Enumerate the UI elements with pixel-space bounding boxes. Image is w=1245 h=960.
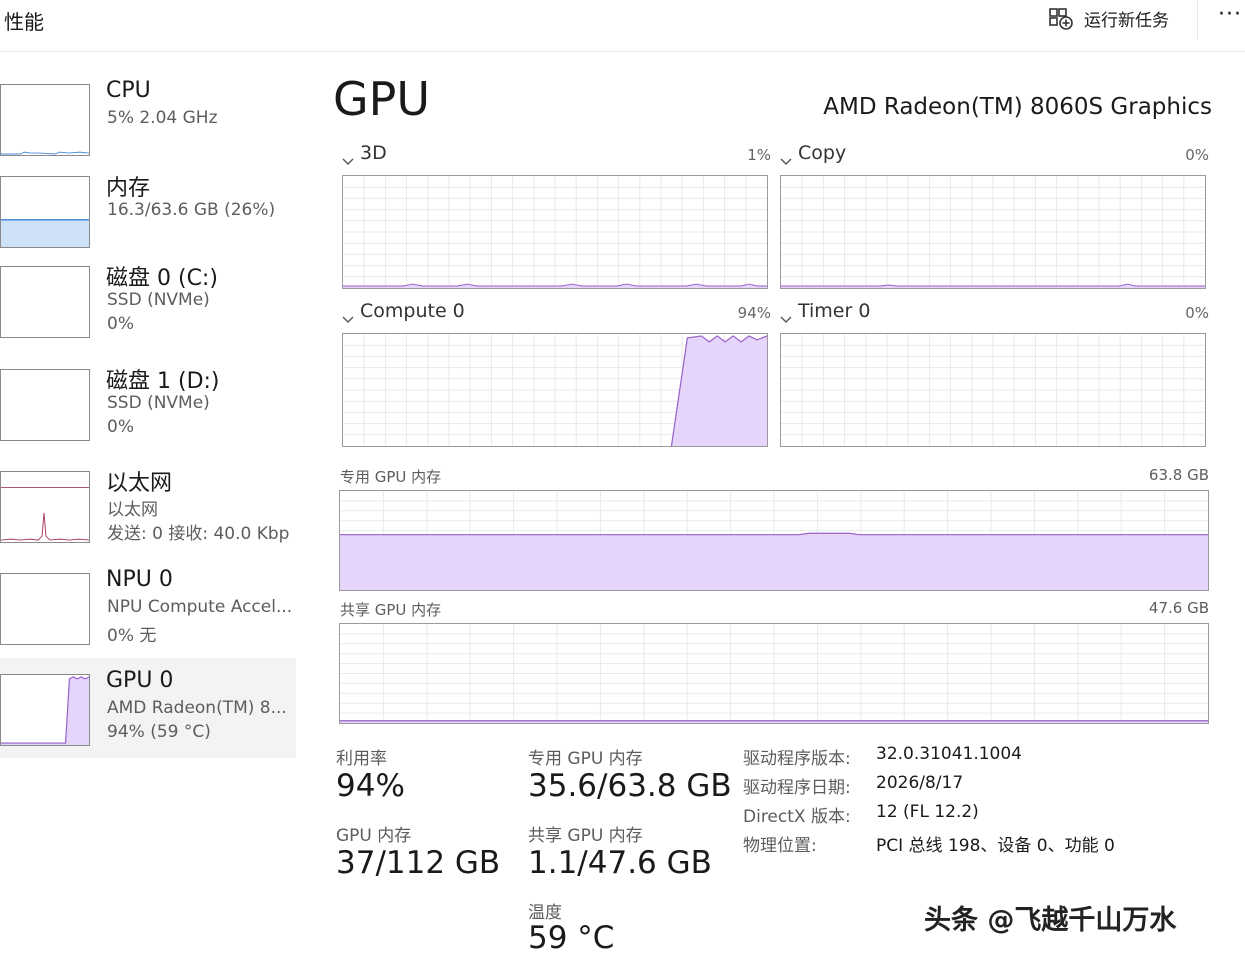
- sidebar-item-usage: 94% (59 °C): [107, 722, 211, 742]
- shared-memory-stat-label: 共享 GPU 内存: [528, 826, 643, 846]
- dedicated-memory-graph: [339, 490, 1209, 591]
- engine-compute-0-graph: [342, 333, 768, 447]
- sidebar-item-name: NPU 0: [106, 567, 173, 592]
- chevron-down-icon: [342, 149, 354, 165]
- engine-percent: 1%: [747, 146, 771, 164]
- engine-copy-graph: [780, 175, 1206, 289]
- sidebar-item-usage: 0% 无: [107, 626, 157, 646]
- sidebar-item-memory[interactable]: 内存 16.3/63.6 GB (26%): [0, 170, 296, 270]
- page-heading: GPU: [333, 72, 431, 126]
- toolbar-divider: [1197, 0, 1198, 40]
- run-task-icon: [1048, 6, 1074, 30]
- engine-label: Timer 0: [798, 300, 871, 322]
- engine-percent: 94%: [737, 304, 771, 322]
- sidebar-item-name: 内存: [106, 176, 151, 201]
- sidebar-item-disk-1[interactable]: 磁盘 1 (D:) SSD (NVMe) 0%: [0, 363, 296, 463]
- physical-location-label: 物理位置:: [743, 836, 817, 856]
- engine-label: Compute 0: [360, 300, 465, 322]
- engine-selector-copy[interactable]: Copy: [780, 142, 847, 165]
- dedicated-memory-stat-value: 35.6/63.8 GB: [528, 768, 732, 804]
- utilization-label: 利用率: [336, 749, 387, 769]
- sidebar-item-detail: AMD Radeon(TM) 8...: [107, 698, 287, 718]
- sidebar-item-disk-0[interactable]: 磁盘 0 (C:) SSD (NVMe) 0%: [0, 260, 296, 360]
- engine-3d-graph: [342, 175, 768, 289]
- run-new-task-label: 运行新任务: [1084, 10, 1169, 31]
- driver-date-value: 2026/8/17: [876, 773, 964, 793]
- engine-selector-3d[interactable]: 3D: [342, 142, 387, 165]
- engine-label: Copy: [798, 142, 847, 164]
- page-title: 性能: [4, 10, 44, 34]
- sidebar-item-ethernet[interactable]: 以太网 以太网 发送: 0 接收: 40.0 Kbp: [0, 465, 296, 565]
- directx-version-label: DirectX 版本:: [743, 807, 851, 827]
- sidebar-item-usage: 发送: 0 接收: 40.0 Kbp: [107, 524, 290, 544]
- sidebar-item-detail: NPU Compute Accel...: [107, 597, 293, 617]
- driver-date-label: 驱动程序日期:: [743, 778, 851, 798]
- utilization-value: 94%: [336, 768, 405, 804]
- sidebar-item-npu[interactable]: NPU 0 NPU Compute Accel... 0% 无: [0, 567, 296, 667]
- sidebar-item-name: 磁盘 1 (D:): [106, 369, 220, 394]
- disk-0-thumbnail: [0, 266, 90, 338]
- sidebar-item-detail: 以太网: [107, 500, 158, 520]
- memory-thumbnail: [0, 176, 90, 248]
- dedicated-memory-label: 专用 GPU 内存: [340, 468, 442, 486]
- sidebar-item-usage: 0%: [107, 314, 134, 334]
- sidebar-item-detail: 16.3/63.6 GB (26%): [107, 200, 276, 220]
- sidebar-item-name: 以太网: [106, 471, 173, 496]
- engine-selector-compute-0[interactable]: Compute 0: [342, 300, 465, 323]
- engine-label: 3D: [360, 142, 387, 164]
- engine-percent: 0%: [1185, 146, 1209, 164]
- engine-selector-timer-0[interactable]: Timer 0: [780, 300, 871, 323]
- driver-version-label: 驱动程序版本:: [743, 749, 851, 769]
- sidebar-item-gpu-0[interactable]: GPU 0 AMD Radeon(TM) 8... 94% (59 °C): [0, 658, 296, 758]
- directx-version-value: 12 (FL 12.2): [876, 802, 979, 822]
- gpu-model-name: AMD Radeon(TM) 8060S Graphics: [823, 94, 1212, 120]
- gpu-memory-value: 37/112 GB: [336, 845, 501, 881]
- disk-1-thumbnail: [0, 369, 90, 441]
- sidebar-item-name: 磁盘 0 (C:): [106, 266, 218, 291]
- gpu-memory-label: GPU 内存: [336, 826, 412, 846]
- sidebar-item-name: CPU: [106, 78, 151, 103]
- gpu-0-thumbnail: [0, 674, 90, 746]
- shared-memory-stat-value: 1.1/47.6 GB: [528, 845, 712, 881]
- temperature-value: 59 °C: [528, 920, 615, 956]
- sidebar-item-detail: SSD (NVMe): [107, 393, 210, 413]
- dedicated-memory-max: 63.8 GB: [1148, 466, 1209, 484]
- watermark: 头条 @飞越千山万水: [924, 905, 1177, 936]
- run-new-task-button[interactable]: 运行新任务: [1048, 4, 1169, 32]
- chevron-down-icon: [780, 307, 792, 323]
- ethernet-thumbnail: [0, 471, 90, 543]
- sidebar-item-detail: 5% 2.04 GHz: [107, 108, 218, 128]
- sidebar-item-usage: 0%: [107, 417, 134, 437]
- engine-percent: 0%: [1185, 304, 1209, 322]
- npu-thumbnail: [0, 573, 90, 645]
- cpu-thumbnail: [0, 84, 90, 156]
- more-options-button[interactable]: ···: [1218, 2, 1242, 27]
- physical-location-value: PCI 总线 198、设备 0、功能 0: [876, 836, 1115, 856]
- sidebar-item-name: GPU 0: [106, 668, 174, 693]
- dedicated-memory-stat-label: 专用 GPU 内存: [528, 749, 643, 769]
- chevron-down-icon: [780, 149, 792, 165]
- top-bar: 性能 运行新任务 ···: [0, 0, 1245, 52]
- shared-memory-label: 共享 GPU 内存: [340, 601, 442, 619]
- driver-version-value: 32.0.31041.1004: [876, 744, 1023, 764]
- shared-memory-max: 47.6 GB: [1148, 599, 1209, 617]
- chevron-down-icon: [342, 307, 354, 323]
- sidebar-item-detail: SSD (NVMe): [107, 290, 210, 310]
- engine-timer-0-graph: [780, 333, 1206, 447]
- shared-memory-graph: [339, 623, 1209, 724]
- sidebar-item-cpu[interactable]: CPU 5% 2.04 GHz: [0, 70, 296, 170]
